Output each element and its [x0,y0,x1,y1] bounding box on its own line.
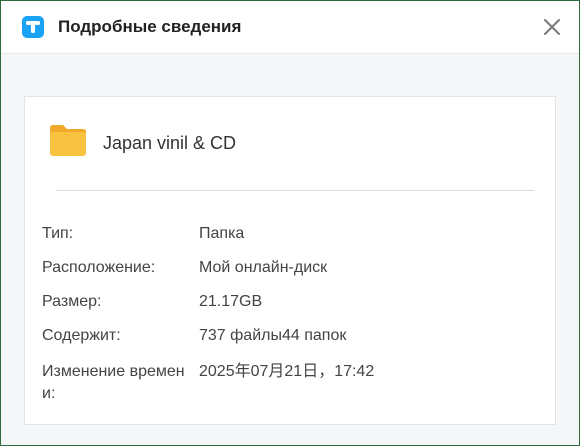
location-value: Мой онлайн-диск [199,259,328,276]
dialog-titlebar: Подробные сведения [1,1,579,54]
dialog-title: Подробные сведения [58,17,242,36]
size-label: Размер: [42,293,102,310]
type-label: Тип: [42,225,74,242]
location-label: Расположение: [42,259,156,276]
modified-time-label: Изменение времени: [42,363,185,402]
modified-time-value: 2025年07月21日，17:42 [199,363,375,380]
folder-name: Japan vinil & CD [103,133,237,153]
divider [56,190,534,191]
contents-value: 737 файлы44 папок [199,327,347,344]
folder-icon [50,125,86,156]
contents-label: Содержит: [42,327,121,344]
details-dialog: Подробные сведения Japan vinil & CD Тип:… [0,0,580,446]
type-value: Папка [199,225,245,242]
details-card: Japan vinil & CD Тип: Папка Расположение… [24,96,556,425]
size-value: 21.17GB [199,293,263,310]
close-button[interactable] [539,14,565,40]
app-logo-icon [22,16,44,38]
dialog-body: Japan vinil & CD Тип: Папка Расположение… [1,54,579,445]
close-icon[interactable] [539,14,565,40]
